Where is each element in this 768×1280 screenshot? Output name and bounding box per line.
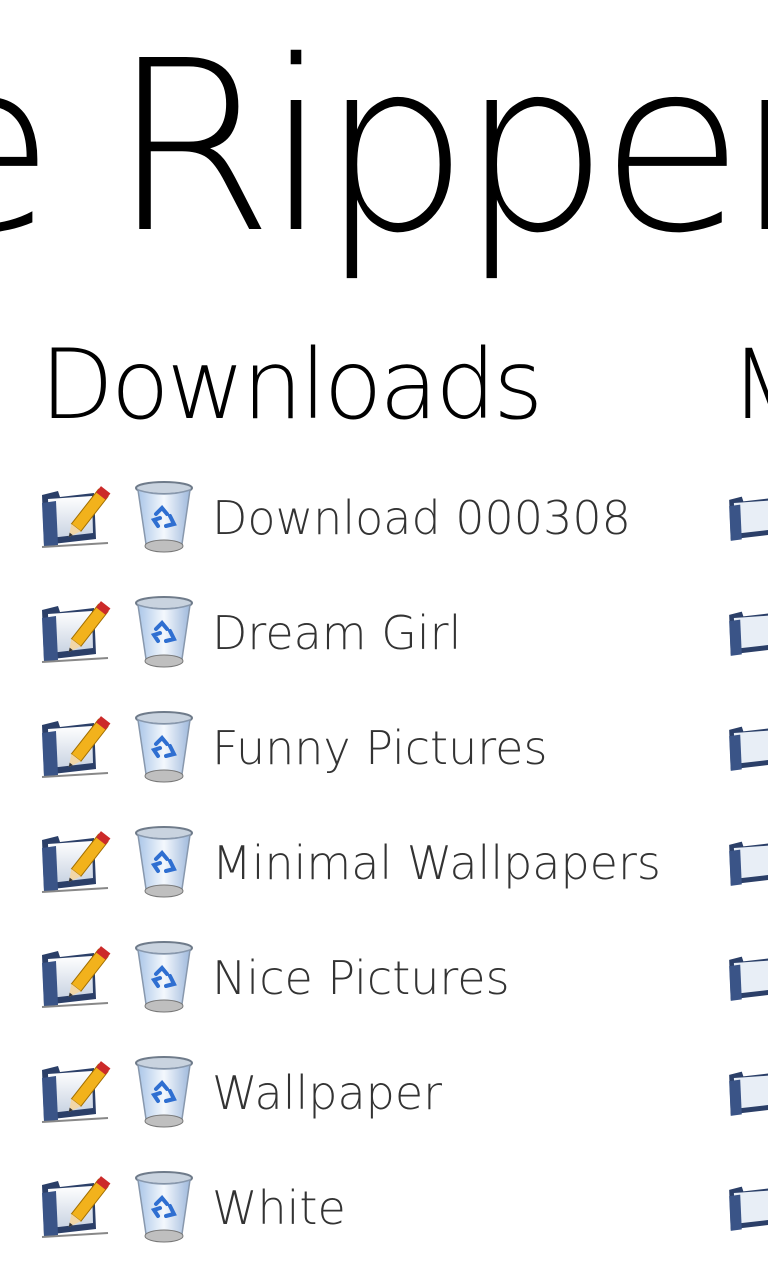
peek-list-item[interactable]: [726, 690, 768, 805]
edit-folder-icon[interactable]: [38, 713, 114, 783]
peek-list-item[interactable]: [726, 460, 768, 575]
recycle-bin-icon[interactable]: [132, 710, 196, 786]
recycle-bin-icon[interactable]: [132, 940, 196, 1016]
edit-folder-icon[interactable]: [726, 483, 768, 553]
download-folder-name[interactable]: Download 000308: [212, 491, 631, 545]
peek-list-item[interactable]: [726, 1035, 768, 1150]
edit-folder-icon[interactable]: [726, 713, 768, 783]
edit-folder-icon[interactable]: [38, 828, 114, 898]
peek-list-item[interactable]: [726, 1150, 768, 1265]
download-folder-name[interactable]: White: [212, 1181, 346, 1235]
download-folder-name[interactable]: Minimal Wallpapers: [212, 836, 661, 890]
edit-folder-icon[interactable]: [38, 943, 114, 1013]
edit-folder-icon[interactable]: [38, 1058, 114, 1128]
section-header-downloads: Downloads: [40, 329, 543, 441]
list-item[interactable]: Download 000308: [38, 460, 698, 575]
edit-folder-icon[interactable]: [38, 483, 114, 553]
edit-folder-icon[interactable]: [38, 1173, 114, 1243]
recycle-bin-icon[interactable]: [132, 825, 196, 901]
app-root: e Ripper Downloads M: [0, 0, 768, 1280]
download-folder-name[interactable]: Dream Girl: [212, 606, 461, 660]
edit-folder-icon[interactable]: [726, 598, 768, 668]
download-folder-name[interactable]: Nice Pictures: [212, 951, 510, 1005]
edit-folder-icon[interactable]: [726, 828, 768, 898]
list-item[interactable]: Nice Pictures: [38, 920, 698, 1035]
peek-list-item[interactable]: [726, 575, 768, 690]
recycle-bin-icon[interactable]: [132, 480, 196, 556]
download-folder-name[interactable]: Wallpaper: [212, 1066, 442, 1120]
edit-folder-icon[interactable]: [726, 1058, 768, 1128]
peek-list-item[interactable]: [726, 920, 768, 1035]
downloads-list: Download 000308 Dream Girl Funny Picture…: [38, 460, 698, 1265]
edit-folder-icon[interactable]: [38, 598, 114, 668]
list-item[interactable]: White: [38, 1150, 698, 1265]
peek-list-item[interactable]: [726, 805, 768, 920]
download-folder-name[interactable]: Funny Pictures: [212, 721, 547, 775]
list-item[interactable]: Minimal Wallpapers: [38, 805, 698, 920]
list-item[interactable]: Dream Girl: [38, 575, 698, 690]
edit-folder-icon[interactable]: [726, 943, 768, 1013]
recycle-bin-icon[interactable]: [132, 1170, 196, 1246]
next-section-peek-list: [726, 460, 768, 1265]
list-item[interactable]: Wallpaper: [38, 1035, 698, 1150]
section-header-next-peek[interactable]: M: [730, 330, 768, 440]
recycle-bin-icon[interactable]: [132, 1055, 196, 1131]
edit-folder-icon[interactable]: [726, 1173, 768, 1243]
list-item[interactable]: Funny Pictures: [38, 690, 698, 805]
recycle-bin-icon[interactable]: [132, 595, 196, 671]
panorama-title: e Ripper: [0, 10, 768, 285]
